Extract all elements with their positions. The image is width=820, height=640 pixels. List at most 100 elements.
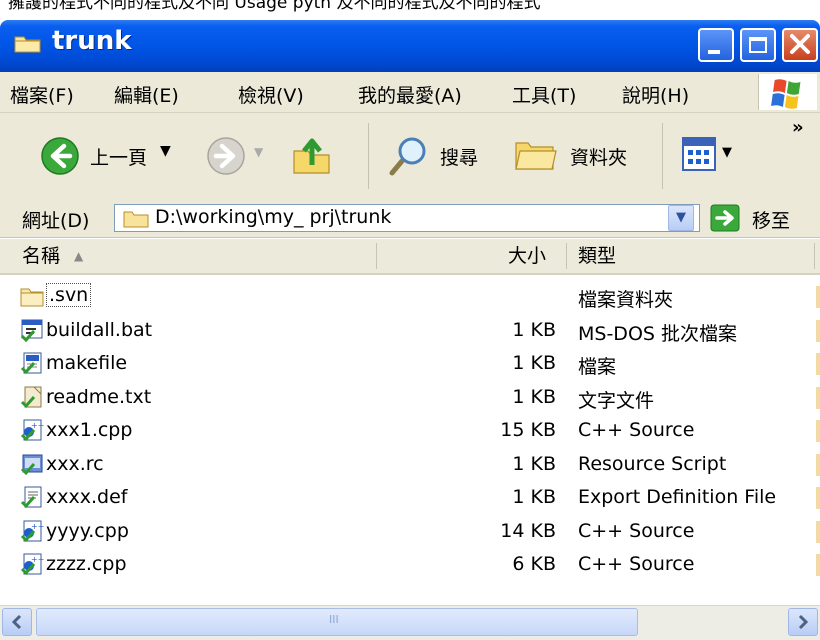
address-path: D:\working\my_ prj\trunk	[155, 206, 392, 228]
file-name: yyyy.cpp	[46, 519, 129, 542]
scroll-thumb-grip: III	[329, 613, 339, 626]
clipped-column-edge	[816, 554, 820, 576]
scroll-left-button[interactable]	[2, 608, 32, 636]
menu-edit[interactable]: 編輯(E)	[114, 81, 179, 108]
text-file-icon	[20, 385, 44, 409]
menu-bar: 檔案(F) 編輯(E) 檢視(V) 我的最愛(A) 工具(T) 說明(H)	[0, 72, 820, 113]
file-row[interactable]: xxxx.def 1 KB Export Definition File	[0, 481, 820, 514]
file-name: xxx.rc	[46, 452, 104, 475]
scroll-thumb[interactable]: III	[36, 608, 638, 636]
file-size: 1 KB	[512, 452, 556, 475]
file-type: 檔案資料夾	[578, 289, 674, 311]
column-header: 名稱 ▲ 大小 類型	[0, 239, 820, 275]
clipped-column-edge	[816, 353, 820, 375]
toolbar-overflow-chevron[interactable]: »	[792, 117, 804, 138]
file-row[interactable]: .svn 檔案資料夾	[0, 280, 820, 313]
horizontal-scrollbar[interactable]: III	[0, 605, 820, 640]
close-icon	[790, 34, 810, 54]
svg-text:++: ++	[31, 522, 44, 531]
file-list: .svn 檔案資料夾 buildall.bat 1 KB MS-DOS 批次檔案 make…	[0, 280, 820, 605]
file-name: xxxx.def	[46, 486, 128, 508]
folder-icon	[14, 36, 41, 53]
toolbar-divider	[662, 123, 663, 189]
file-size: 6 KB	[512, 553, 556, 575]
minimize-button[interactable]	[698, 28, 734, 62]
chevron-left-icon	[11, 614, 22, 630]
clipped-column-edge	[816, 420, 820, 442]
file-row[interactable]: buildall.bat 1 KB MS-DOS 批次檔案	[0, 314, 820, 347]
batch-file-icon	[20, 318, 44, 342]
menu-view[interactable]: 檢視(V)	[238, 81, 304, 108]
menu-favorites[interactable]: 我的最愛(A)	[358, 81, 462, 108]
cpp-file-icon: ++	[20, 552, 44, 576]
toolbar-divider	[368, 123, 369, 189]
address-label: 網址(D)	[22, 210, 90, 232]
clipped-column-edge	[816, 386, 820, 409]
close-button[interactable]	[782, 28, 818, 62]
sort-ascending-icon: ▲	[74, 249, 84, 263]
column-divider	[566, 243, 567, 269]
back-button-label[interactable]: 上一頁	[90, 143, 147, 170]
svg-text:++: ++	[31, 421, 44, 430]
toolbar: 上一頁 ▼ ▼ 搜尋 資料夾 ▼ »	[0, 113, 820, 200]
clipped-column-edge	[816, 453, 820, 476]
back-arrow-icon[interactable]	[40, 136, 80, 176]
windows-logo-icon	[758, 74, 817, 110]
scroll-right-button[interactable]	[788, 608, 818, 636]
file-name: zzzz.cpp	[46, 553, 127, 575]
go-arrow-icon[interactable]	[710, 204, 740, 232]
column-size-header[interactable]: 大小	[508, 239, 546, 273]
file-name: xxx1.cpp	[46, 419, 133, 441]
file-type: 文字文件	[578, 389, 655, 412]
file-row[interactable]: readme.txt 1 KB 文字文件	[0, 381, 820, 414]
clipped-background-text: 擁護的程式不同的程式及不同 Usage pyth 及不同的程式及不同的程式	[0, 0, 820, 22]
menu-help[interactable]: 說明(H)	[622, 81, 689, 108]
file-type: Export Definition File	[578, 486, 777, 508]
back-dropdown-chevron-icon[interactable]: ▼	[160, 143, 171, 159]
file-row[interactable]: ++ xxx1.cpp 15 KB C++ Source	[0, 414, 820, 447]
column-divider	[376, 243, 377, 269]
address-dropdown-button[interactable]: ▼	[668, 205, 694, 231]
chevron-right-icon	[798, 614, 809, 630]
file-name: buildall.bat	[46, 318, 153, 341]
file-type: Resource Script	[578, 452, 727, 475]
generic-file-icon	[20, 351, 44, 375]
file-row[interactable]: ++ zzzz.cpp 6 KB C++ Source	[0, 548, 820, 581]
folder-icon	[20, 284, 44, 308]
views-dropdown-chevron-icon[interactable]: ▼	[722, 145, 732, 160]
menu-tools[interactable]: 工具(T)	[512, 81, 576, 108]
clipped-column-edge	[816, 520, 820, 543]
go-button-label[interactable]: 移至	[752, 206, 790, 233]
search-button-label[interactable]: 搜尋	[440, 143, 478, 170]
file-row[interactable]: makefile 1 KB 檔案	[0, 347, 820, 380]
window-title: trunk	[52, 26, 132, 56]
menu-file[interactable]: 檔案(F)	[10, 81, 74, 108]
file-row[interactable]: xxx.rc 1 KB Resource Script	[0, 448, 820, 481]
folders-button-label[interactable]: 資料夾	[570, 143, 627, 170]
cpp-file-icon: ++	[20, 418, 44, 442]
file-type: MS-DOS 批次檔案	[578, 322, 737, 345]
folder-icon	[123, 211, 149, 228]
maximize-button[interactable]	[740, 28, 776, 62]
cpp-file-icon: ++	[20, 519, 44, 543]
def-file-icon	[20, 485, 44, 509]
forward-dropdown-chevron-icon[interactable]: ▼	[254, 145, 263, 159]
views-icon[interactable]	[682, 137, 716, 171]
file-row[interactable]: ++ yyyy.cpp 14 KB C++ Source	[0, 515, 820, 548]
address-input[interactable]: D:\working\my_ prj\trunk	[114, 204, 700, 232]
file-type: C++ Source	[578, 419, 695, 441]
clipped-column-edge	[816, 286, 820, 308]
file-name: makefile	[46, 352, 128, 374]
folders-icon[interactable]	[514, 135, 558, 175]
file-size: 14 KB	[500, 519, 556, 542]
search-icon[interactable]	[386, 133, 430, 177]
file-size: 15 KB	[500, 419, 556, 441]
clipped-column-edge	[816, 487, 820, 509]
svg-text:++: ++	[31, 555, 44, 564]
column-name-header[interactable]: 名稱	[22, 239, 60, 273]
column-type-header[interactable]: 類型	[578, 239, 616, 273]
up-folder-icon[interactable]	[290, 133, 334, 177]
forward-arrow-icon[interactable]	[206, 136, 246, 176]
rc-file-icon	[20, 452, 44, 476]
column-divider	[814, 243, 815, 269]
